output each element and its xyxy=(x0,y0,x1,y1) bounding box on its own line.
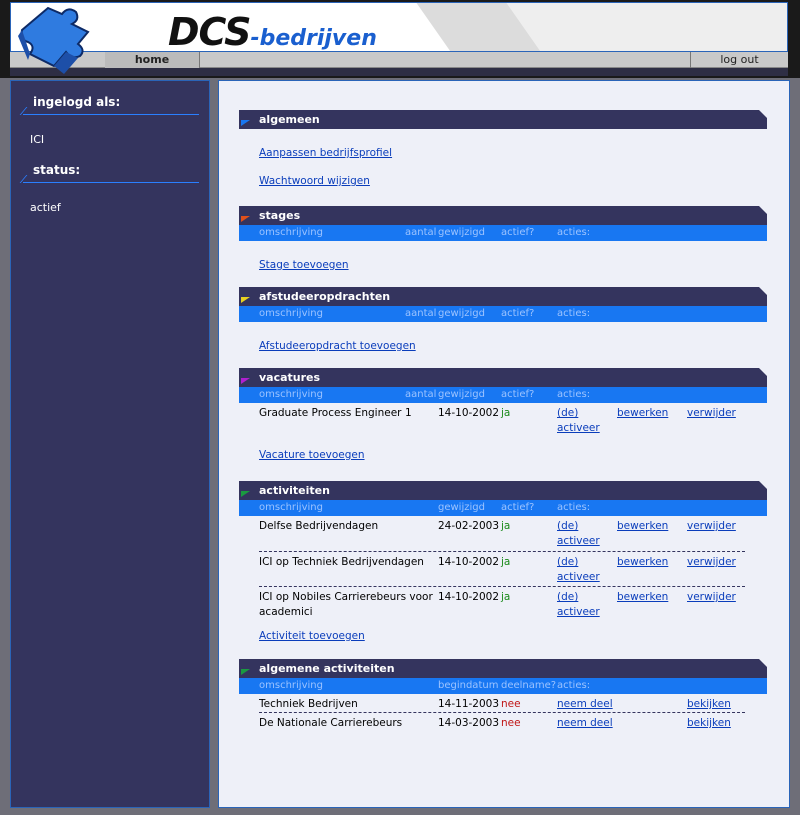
activiteiten-column-header: omschrijving gewijzigd actief? acties: xyxy=(239,500,767,516)
triangle-marker-icon xyxy=(241,297,250,303)
brand-logo: DCS-bedrijven xyxy=(168,10,377,54)
status-value: actief xyxy=(30,201,61,214)
delete-link[interactable]: verwijder xyxy=(687,555,736,570)
join-link[interactable]: neem deel xyxy=(557,697,613,712)
status-badge: ja xyxy=(501,591,511,603)
navbar: home log out xyxy=(10,52,788,68)
main-panel: algemeen Aanpassen bedrijfsprofiel Wacht… xyxy=(218,80,790,808)
triangle-marker-icon xyxy=(241,669,250,675)
triangle-marker-icon xyxy=(241,378,250,384)
login-heading: ingelogd als: xyxy=(11,89,209,115)
header-banner xyxy=(10,2,788,52)
vacatures-column-header: omschrijving aantal gewijzigd actief? ac… xyxy=(239,387,767,403)
toggle-active-link[interactable]: (de) activeer xyxy=(557,519,600,549)
algemene-column-header: omschrijving begindatum deelname? acties… xyxy=(239,678,767,694)
add-vacature-link[interactable]: Vacature toevoegen xyxy=(239,449,767,461)
nav-logout-button[interactable]: log out xyxy=(690,52,788,68)
section-activiteiten-header: activiteiten xyxy=(239,481,767,500)
sidebar: ingelogd als: ICI status: actief xyxy=(10,80,210,808)
section-vacatures-header: vacatures xyxy=(239,368,767,387)
view-link[interactable]: bekijken xyxy=(687,697,731,712)
login-value: ICI xyxy=(30,133,45,146)
table-row: ICI op Nobiles Carrierebeurs voor academi… xyxy=(259,590,736,620)
table-row: Delfse Bedrijvendagen 24-02-2003 ja (de)… xyxy=(259,519,745,552)
header: home log out DCS-bedrijven xyxy=(0,0,800,78)
section-afstudeer-header: afstudeeropdrachten xyxy=(239,287,767,306)
section-algemeen-header: algemeen xyxy=(239,110,767,129)
status-badge: nee xyxy=(501,698,521,710)
table-row: Techniek Bedrijven 14-11-2003 nee neem d… xyxy=(259,697,745,713)
section-algemene-header: algemene activiteiten xyxy=(239,659,767,678)
table-row: ICI op Techniek Bedrijvendagen 14-10-200… xyxy=(259,555,745,587)
toggle-active-link[interactable]: (de) activeer xyxy=(557,555,600,585)
add-afstudeer-link[interactable]: Afstudeeropdracht toevoegen xyxy=(239,340,767,352)
delete-link[interactable]: verwijder xyxy=(687,590,736,605)
section-stages-header: stages xyxy=(239,206,767,225)
edit-link[interactable]: bewerken xyxy=(617,519,668,534)
edit-link[interactable]: bewerken xyxy=(617,555,668,570)
status-heading: status: xyxy=(11,157,209,183)
edit-link[interactable]: bewerken xyxy=(617,590,668,605)
delete-link[interactable]: verwijder xyxy=(687,519,736,534)
toggle-active-link[interactable]: (de) activeer xyxy=(557,590,600,620)
delete-link[interactable]: verwijder xyxy=(687,406,736,421)
view-link[interactable]: bekijken xyxy=(687,716,731,731)
join-link[interactable]: neem deel xyxy=(557,716,613,731)
table-row: Graduate Process Engineer 1 14-10-2002 j… xyxy=(259,406,736,436)
stages-column-header: omschrijving aantal gewijzigd actief? ac… xyxy=(239,225,767,241)
table-row: De Nationale Carrierebeurs 14-03-2003 ne… xyxy=(259,716,731,731)
puzzle-logo-icon xyxy=(18,6,90,74)
edit-link[interactable]: bewerken xyxy=(617,406,668,421)
status-badge: ja xyxy=(501,407,511,419)
status-badge: ja xyxy=(501,520,511,532)
triangle-marker-icon xyxy=(241,120,250,126)
triangle-marker-icon xyxy=(241,491,250,497)
afstudeer-column-header: omschrijving aantal gewijzigd actief? ac… xyxy=(239,306,767,322)
add-activiteit-link[interactable]: Activiteit toevoegen xyxy=(239,630,767,642)
triangle-marker-icon xyxy=(241,216,250,222)
add-stage-link[interactable]: Stage toevoegen xyxy=(239,259,767,271)
edit-profile-link[interactable]: Aanpassen bedrijfsprofiel xyxy=(239,147,767,159)
toggle-active-link[interactable]: (de) activeer xyxy=(557,406,600,436)
status-badge: ja xyxy=(501,556,511,568)
status-badge: nee xyxy=(501,717,521,729)
change-password-link[interactable]: Wachtwoord wijzigen xyxy=(239,175,767,187)
